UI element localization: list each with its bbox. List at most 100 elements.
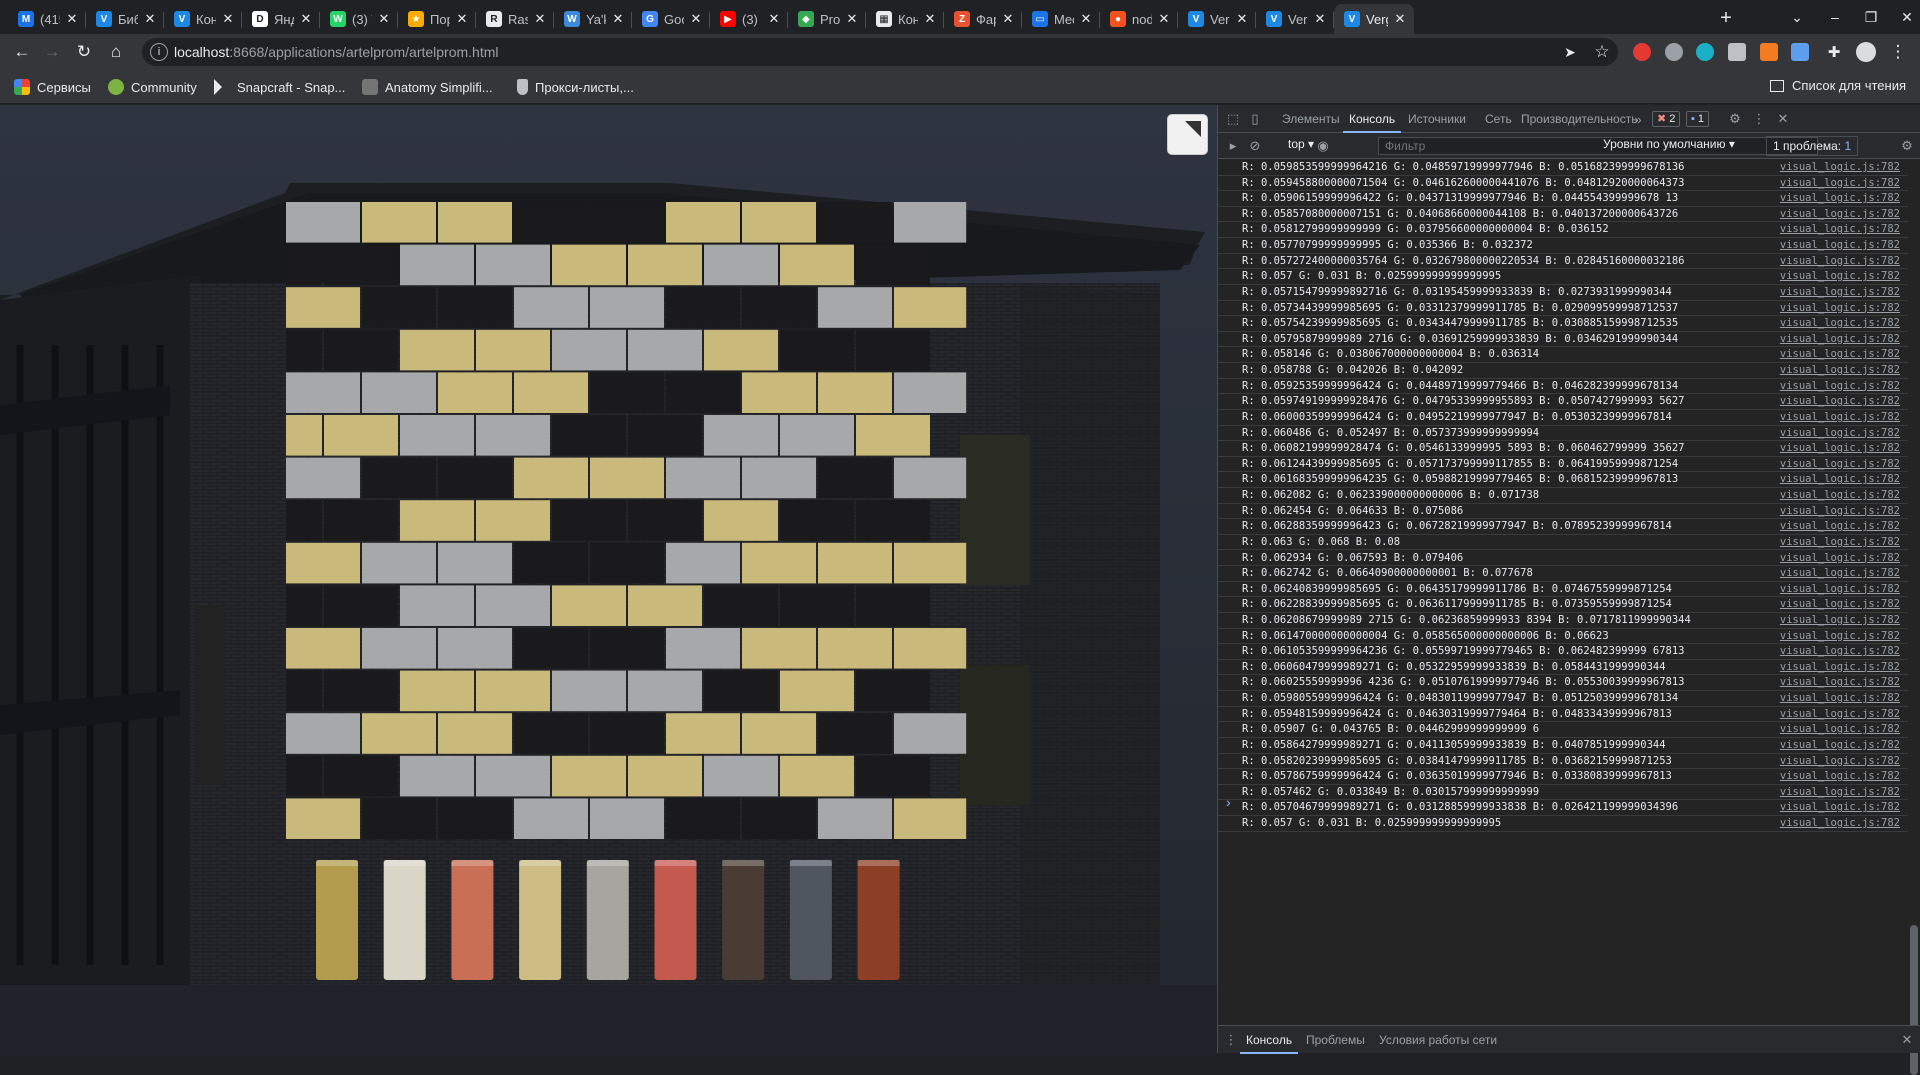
log-source-link[interactable]: visual_logic.js:782 bbox=[1780, 394, 1900, 410]
color-swatch[interactable] bbox=[316, 860, 358, 980]
tab-close-icon[interactable]: ✕ bbox=[532, 11, 548, 27]
site-info-icon[interactable]: i bbox=[150, 43, 168, 61]
browser-tab[interactable]: ▭ Mecc✕ bbox=[1022, 4, 1100, 34]
color-swatch[interactable] bbox=[654, 860, 697, 980]
context-select[interactable]: top ▾ bbox=[1288, 137, 1314, 155]
log-source-link[interactable]: visual_logic.js:782 bbox=[1780, 597, 1900, 613]
log-source-link[interactable]: visual_logic.js:782 bbox=[1780, 332, 1900, 348]
tab-close-icon[interactable]: ✕ bbox=[1078, 11, 1094, 27]
browser-tab[interactable]: V Verg✕ bbox=[1334, 4, 1414, 34]
log-source-link[interactable]: visual_logic.js:782 bbox=[1780, 347, 1900, 363]
browser-tab[interactable]: ★ Порс✕ bbox=[398, 4, 476, 34]
tab-sources[interactable]: Источники bbox=[1402, 105, 1472, 133]
extension-opera-icon[interactable] bbox=[1633, 43, 1651, 61]
log-source-link[interactable]: visual_logic.js:782 bbox=[1780, 535, 1900, 551]
tab-close-icon[interactable]: ✕ bbox=[220, 11, 236, 27]
messages-badge[interactable]: ▪ 1 bbox=[1686, 111, 1710, 127]
bookmark-community[interactable]: Community bbox=[108, 78, 197, 96]
tab-close-icon[interactable]: ✕ bbox=[844, 11, 860, 27]
tab-close-icon[interactable]: ✕ bbox=[922, 11, 938, 27]
tab-close-icon[interactable]: ✕ bbox=[766, 11, 782, 27]
close-devtools-icon[interactable]: ✕ bbox=[1774, 110, 1792, 128]
tab-close-icon[interactable]: ✕ bbox=[1234, 11, 1250, 27]
reload-icon[interactable]: ↻ bbox=[70, 38, 98, 66]
extension-camera-icon[interactable] bbox=[1728, 43, 1746, 61]
console-scrollbar[interactable] bbox=[1908, 160, 1920, 1075]
log-source-link[interactable]: visual_logic.js:782 bbox=[1780, 800, 1900, 816]
log-source-link[interactable]: visual_logic.js:782 bbox=[1780, 285, 1900, 301]
tab-close-icon[interactable]: ✕ bbox=[688, 11, 704, 27]
log-source-link[interactable]: visual_logic.js:782 bbox=[1780, 644, 1900, 660]
log-source-link[interactable]: visual_logic.js:782 bbox=[1780, 769, 1900, 785]
color-swatch[interactable] bbox=[519, 860, 562, 980]
color-swatch[interactable] bbox=[722, 860, 765, 980]
tab-close-icon[interactable]: ✕ bbox=[142, 11, 158, 27]
log-source-link[interactable]: visual_logic.js:782 bbox=[1780, 738, 1900, 754]
drawer-menu-icon[interactable]: ⋮ bbox=[1222, 1031, 1240, 1049]
browser-tab[interactable]: V Verg✕ bbox=[1178, 4, 1256, 34]
log-source-link[interactable]: visual_logic.js:782 bbox=[1780, 441, 1900, 457]
tab-close-icon[interactable]: ✕ bbox=[1000, 11, 1016, 27]
log-source-link[interactable]: visual_logic.js:782 bbox=[1780, 176, 1900, 192]
log-source-link[interactable]: visual_logic.js:782 bbox=[1780, 363, 1900, 379]
send-tab-icon[interactable]: ➤ bbox=[1556, 38, 1584, 66]
live-expression-eye-icon[interactable]: ◉ bbox=[1314, 137, 1332, 155]
bookmark-apps[interactable]: Сервисы bbox=[14, 78, 91, 96]
log-source-link[interactable]: visual_logic.js:782 bbox=[1780, 691, 1900, 707]
log-source-link[interactable]: visual_logic.js:782 bbox=[1780, 207, 1900, 223]
browser-tab[interactable]: V Verg✕ bbox=[1256, 4, 1334, 34]
color-swatch[interactable] bbox=[383, 860, 426, 980]
tab-search-icon[interactable]: ⌄ bbox=[1778, 0, 1816, 34]
color-swatches[interactable] bbox=[316, 860, 900, 980]
device-toolbar-icon[interactable]: ▯ bbox=[1246, 110, 1264, 128]
log-source-link[interactable]: visual_logic.js:782 bbox=[1780, 722, 1900, 738]
console-prompt[interactable]: › bbox=[1226, 794, 1231, 810]
errors-badge[interactable]: ✖ 2 bbox=[1652, 111, 1681, 127]
back-icon[interactable]: ← bbox=[8, 38, 36, 66]
tab-close-icon[interactable]: ✕ bbox=[298, 11, 314, 27]
tab-console[interactable]: Консоль bbox=[1343, 105, 1402, 133]
tab-close-icon[interactable]: ✕ bbox=[64, 11, 80, 27]
tab-close-icon[interactable]: ✕ bbox=[376, 11, 392, 27]
close-drawer-icon[interactable]: ✕ bbox=[1898, 1031, 1916, 1049]
log-source-link[interactable]: visual_logic.js:782 bbox=[1780, 160, 1900, 176]
browser-tab[interactable]: ▦ Конс✕ bbox=[866, 4, 944, 34]
browser-tab[interactable]: R Rask✕ bbox=[476, 4, 554, 34]
log-source-link[interactable]: visual_logic.js:782 bbox=[1780, 472, 1900, 488]
log-source-link[interactable]: visual_logic.js:782 bbox=[1780, 410, 1900, 426]
log-source-link[interactable]: visual_logic.js:782 bbox=[1780, 426, 1900, 442]
color-swatch[interactable] bbox=[789, 860, 832, 980]
tab-close-icon[interactable]: ✕ bbox=[1312, 11, 1328, 27]
drawer-tab-network-conditions[interactable]: Условия работы сети bbox=[1373, 1026, 1503, 1054]
bookmark-snapcraft[interactable]: Snapcraft - Snap... bbox=[214, 78, 345, 96]
issues-button[interactable]: 1 проблема: 1 bbox=[1766, 136, 1859, 156]
log-source-link[interactable]: visual_logic.js:782 bbox=[1780, 660, 1900, 676]
log-source-link[interactable]: visual_logic.js:782 bbox=[1780, 754, 1900, 770]
bookmark-anatomy[interactable]: Anatomy Simplifi... bbox=[362, 78, 493, 96]
browser-tab[interactable]: ▶ (3) cr✕ bbox=[710, 4, 788, 34]
console-filter-input[interactable] bbox=[1378, 137, 1818, 155]
tab-elements[interactable]: Элементы bbox=[1276, 105, 1346, 133]
sidebar-toggle-icon[interactable]: ▸ bbox=[1224, 137, 1242, 155]
brick-house-scene[interactable] bbox=[0, 105, 1217, 1053]
log-source-link[interactable]: visual_logic.js:782 bbox=[1780, 238, 1900, 254]
extension-translate-icon[interactable] bbox=[1791, 43, 1809, 61]
color-swatch[interactable] bbox=[451, 860, 494, 980]
tab-close-icon[interactable]: ✕ bbox=[610, 11, 626, 27]
new-tab-button[interactable]: + bbox=[1712, 4, 1740, 32]
log-source-link[interactable]: visual_logic.js:782 bbox=[1780, 519, 1900, 535]
extensions-puzzle-icon[interactable]: ✚ bbox=[1820, 38, 1848, 66]
extension-vpn-icon[interactable] bbox=[1696, 43, 1714, 61]
browser-tab[interactable]: D Янде✕ bbox=[242, 4, 320, 34]
log-source-link[interactable]: visual_logic.js:782 bbox=[1780, 379, 1900, 395]
browser-tab[interactable]: V Библ✕ bbox=[86, 4, 164, 34]
bookmark-star-icon[interactable]: ☆ bbox=[1588, 38, 1616, 66]
reading-list-button[interactable]: Список для чтения bbox=[1770, 78, 1906, 93]
log-source-link[interactable]: visual_logic.js:782 bbox=[1780, 504, 1900, 520]
browser-tab[interactable]: G Goo✕ bbox=[632, 4, 710, 34]
minimize-button[interactable]: – bbox=[1816, 0, 1854, 34]
browser-tab[interactable]: ◆ Proc✕ bbox=[788, 4, 866, 34]
bookmark-proxy[interactable]: Прокси-листы,... bbox=[517, 78, 634, 96]
drawer-tab-console[interactable]: Консоль bbox=[1240, 1026, 1299, 1054]
console-settings-gear-icon[interactable]: ⚙ bbox=[1898, 137, 1916, 155]
